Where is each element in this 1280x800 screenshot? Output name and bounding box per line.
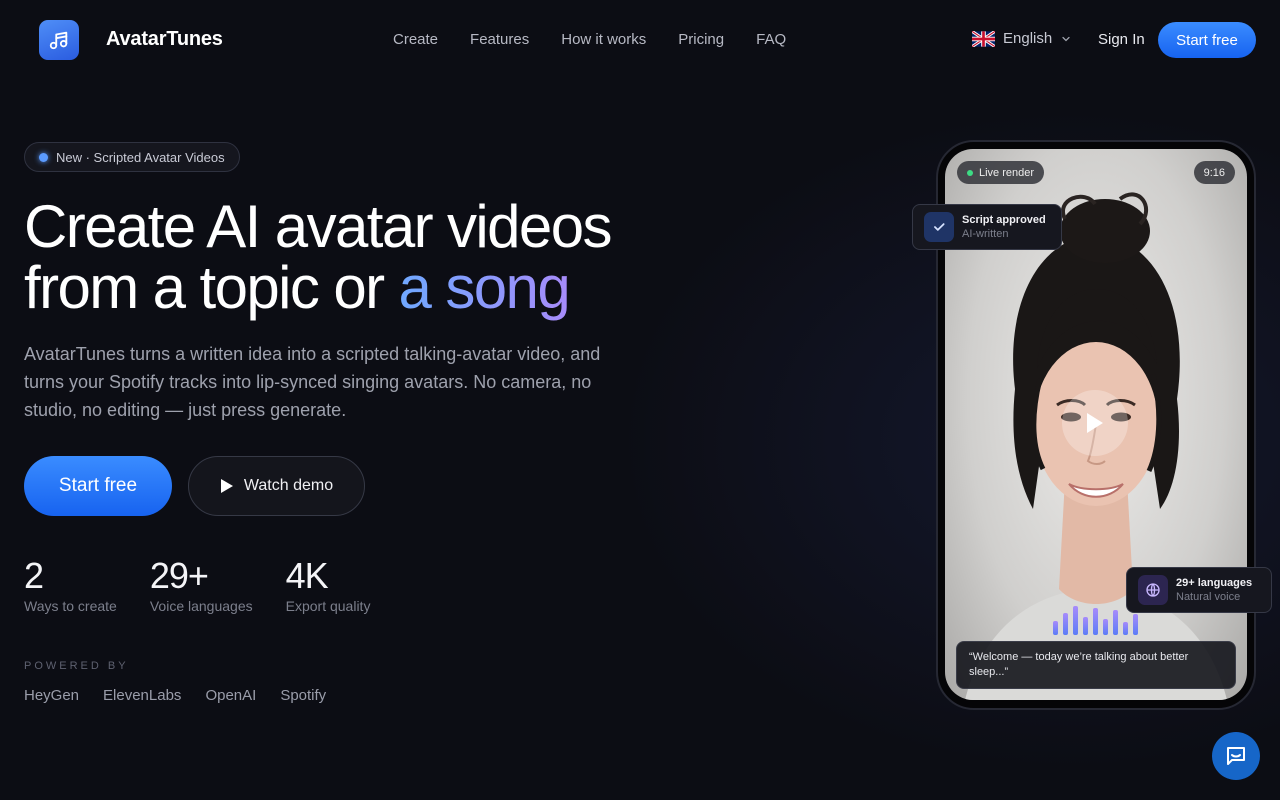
music-note-icon (49, 31, 68, 50)
live-render-pill: Live render (957, 161, 1045, 184)
logo[interactable] (39, 20, 79, 60)
card-subtitle: Natural voice (1176, 591, 1241, 603)
live-dot (967, 169, 973, 176)
nav-item-faq[interactable]: FAQ (756, 31, 786, 48)
nav-item-features[interactable]: Features (470, 31, 529, 48)
play-icon (1087, 413, 1103, 433)
script-approved-card: Script approved AI-written (912, 204, 1062, 250)
check-icon-box (924, 212, 954, 242)
language-selector[interactable]: English (972, 30, 1072, 47)
hero-title-line1: Create AI avatar videos (24, 193, 612, 260)
live-render-label: Live render (979, 166, 1035, 179)
powered-by-label: POWERED BY (24, 660, 129, 672)
chevron-down-icon (1062, 36, 1070, 41)
hero-title-line2: from a topic or (24, 254, 399, 321)
brand-name[interactable]: AvatarTunes (106, 28, 223, 51)
stat-value: 4K (285, 555, 329, 596)
stat-value: 2 (24, 555, 44, 596)
hero-lead: AvatarTunes turns a written idea into a … (24, 344, 601, 420)
announcement-badge: New · Scripted Avatar Videos (24, 142, 240, 172)
partner-list: HeyGen ElevenLabs OpenAI Spotify (24, 687, 326, 704)
script-caption: “Welcome — today we’re talking about bet… (956, 641, 1236, 689)
hero-title: Create AI avatar videos from a topic or … (24, 196, 664, 318)
site-header: AvatarTunes Create Features How it works… (0, 0, 1280, 80)
start-free-button[interactable]: Start free (24, 456, 172, 516)
partner-heygen: HeyGen (24, 687, 80, 704)
chat-icon (1227, 747, 1245, 765)
card-title: Script approved (962, 214, 1046, 226)
nav-item-how-it-works[interactable]: How it works (561, 31, 646, 48)
stats-row: 2 Ways to create 29+ Voice languages 4K … (24, 555, 371, 615)
badge-dot (39, 152, 48, 162)
globe-icon-box (1138, 575, 1168, 605)
language-label: English (1003, 30, 1053, 47)
stat-item: 2 Ways to create (24, 555, 117, 615)
stat-value: 29+ (149, 555, 209, 596)
stat-item: 4K Export quality (285, 555, 371, 615)
stat-item: 29+ Voice languages (149, 555, 253, 615)
partner-spotify: Spotify (280, 687, 327, 704)
badge-text: New · Scripted Avatar Videos (56, 149, 225, 165)
languages-card: 29+ languages Natural voice (1126, 567, 1272, 613)
card-title: 29+ languages (1176, 577, 1253, 589)
sign-in-link[interactable]: Sign In (1098, 31, 1145, 48)
partner-openai: OpenAI (205, 687, 257, 704)
stat-label: Ways to create (24, 598, 117, 614)
video-play-button[interactable] (1062, 390, 1128, 456)
aspect-ratio-pill: 9:16 (1193, 161, 1235, 184)
card-subtitle: AI-written (962, 228, 1009, 240)
hero-title-accent: a song (398, 254, 571, 321)
main-nav: Create Features How it works Pricing FAQ (393, 31, 786, 48)
globe-icon (1146, 583, 1160, 597)
nav-item-pricing[interactable]: Pricing (678, 31, 724, 48)
support-chat-button[interactable] (1212, 732, 1260, 780)
play-icon (220, 479, 233, 493)
watch-demo-label: Watch demo (243, 477, 334, 494)
stat-label: Voice languages (149, 598, 253, 614)
uk-flag-icon (972, 30, 995, 47)
watch-demo-button[interactable]: Watch demo (188, 456, 365, 516)
nav-item-create[interactable]: Create (393, 31, 438, 48)
stat-label: Export quality (285, 598, 371, 614)
partner-elevenlabs: ElevenLabs (103, 687, 182, 704)
check-icon (934, 223, 945, 231)
header-start-free-button[interactable]: Start free (1158, 22, 1256, 58)
